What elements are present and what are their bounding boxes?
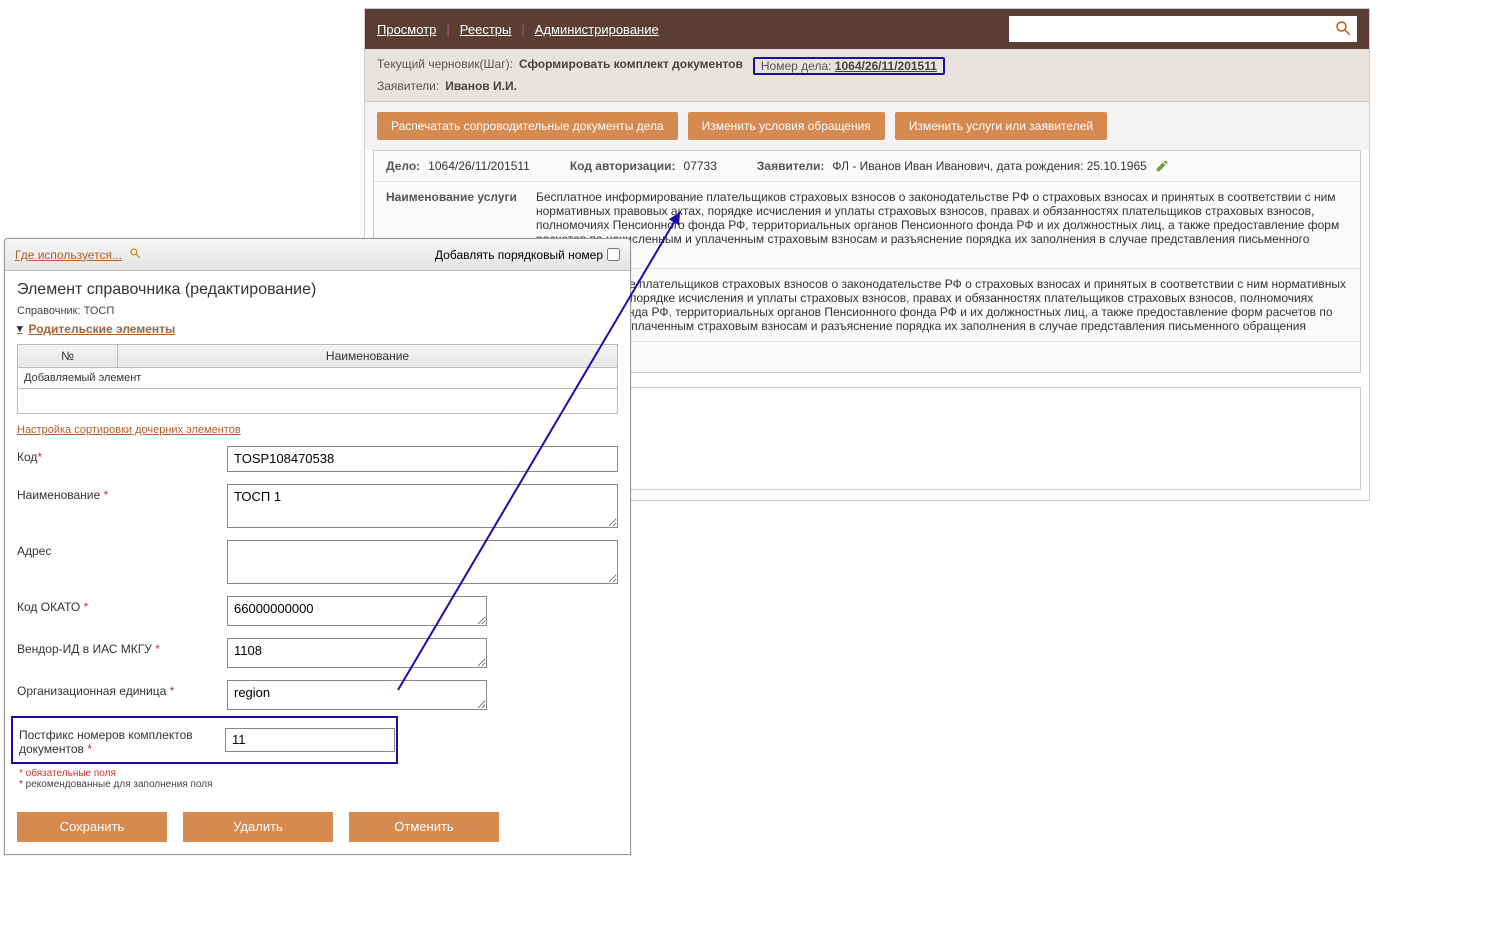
status-bar: Текущий черновик(Шаг): Сформировать комп…: [365, 49, 1369, 102]
main-nav: Просмотр | Реестры | Администрирование: [377, 22, 659, 37]
print-docs-button[interactable]: Распечатать сопроводительные документы д…: [377, 112, 678, 140]
address-input[interactable]: [227, 540, 618, 584]
applicants-info-value: ФЛ - Иванов Иван Иванович, дата рождения…: [832, 159, 1146, 173]
add-seq-checkbox-label[interactable]: Добавлять порядковый номер: [435, 248, 620, 262]
info-summary-row: Дело: 1064/26/11/201511 Код авторизации:…: [374, 151, 1360, 182]
form-grid: Код* Наименование * Адрес Код ОКАТО * Ве…: [17, 446, 618, 710]
auth-code-value: 07733: [684, 159, 717, 173]
dialog-subtitle: Справочник: ТОСП: [17, 305, 618, 317]
draft-label: Текущий черновик(Шаг):: [377, 57, 513, 75]
vendor-input[interactable]: [227, 638, 487, 668]
save-button[interactable]: Сохранить: [17, 812, 167, 842]
draft-value: Сформировать комплект документов: [519, 57, 743, 75]
service-name-value: Бесплатное информирование плательщиков с…: [536, 190, 1348, 260]
nav-separator: |: [446, 22, 449, 37]
vendor-label: Вендор-ИД в ИАС МКГУ *: [17, 638, 217, 656]
where-used-link[interactable]: Где используется...: [15, 248, 122, 262]
auth-code-label: Код авторизации:: [570, 159, 676, 173]
applicants-label: Заявители:: [377, 79, 439, 93]
postfix-input[interactable]: [225, 728, 395, 752]
name-label: Наименование *: [17, 484, 217, 502]
col-no-header[interactable]: №: [18, 344, 118, 367]
search-small-icon[interactable]: [128, 246, 142, 263]
delete-button[interactable]: Удалить: [183, 812, 333, 842]
dialog-title: Элемент справочника (редактирование): [17, 281, 618, 299]
service-goal-value: Информирование плательщиков страховых вз…: [536, 277, 1348, 333]
case-number-value: 1064/26/11/201511: [835, 59, 937, 73]
search-box: [1009, 16, 1357, 42]
address-label: Адрес: [17, 540, 217, 558]
change-conditions-button[interactable]: Изменить условия обращения: [688, 112, 885, 140]
case-value: 1064/26/11/201511: [428, 159, 530, 173]
applicants-info-label: Заявители:: [757, 159, 825, 173]
case-header: Просмотр | Реестры | Администрирование: [365, 9, 1369, 49]
cancel-button[interactable]: Отменить: [349, 812, 499, 842]
name-input[interactable]: [227, 484, 618, 528]
table-row: Добавляемый элемент: [18, 367, 618, 388]
required-hint: * обязательные поля: [17, 768, 618, 779]
directory-editor-dialog: Где используется... Добавлять порядковый…: [4, 238, 631, 855]
org-input[interactable]: [227, 680, 487, 710]
okato-label: Код ОКАТО *: [17, 596, 217, 614]
nav-view[interactable]: Просмотр: [377, 22, 436, 37]
add-seq-checkbox[interactable]: [607, 248, 620, 261]
search-button[interactable]: [1329, 16, 1357, 42]
parent-elements-link[interactable]: ▾ Родительские элементы: [17, 322, 175, 336]
recommended-hint: * рекомендованные для заполнения поля: [17, 779, 618, 790]
dialog-body: Элемент справочника (редактирование) Спр…: [5, 271, 630, 800]
search-icon: [1334, 19, 1352, 40]
chevron-down-icon: ▾: [17, 322, 23, 335]
sort-config-link[interactable]: Настройка сортировки дочерних элементов: [17, 424, 241, 436]
org-label: Организационная единица *: [17, 680, 217, 698]
table-row[interactable]: [18, 388, 618, 413]
postfix-label: Постфикс номеров комплектов документов *: [19, 724, 215, 756]
okato-input[interactable]: [227, 596, 487, 626]
case-number-label: Номер дела:: [761, 59, 832, 73]
added-element-label: Добавляемый элемент: [18, 367, 618, 388]
parent-elements-label: Родительские элементы: [29, 322, 176, 336]
change-services-button[interactable]: Изменить услуги или заявителей: [895, 112, 1107, 140]
elements-table: № Наименование Добавляемый элемент: [17, 344, 618, 414]
dialog-header: Где используется... Добавлять порядковый…: [5, 239, 630, 271]
add-seq-label: Добавлять порядковый номер: [435, 248, 603, 262]
case-label: Дело:: [386, 159, 420, 173]
code-input[interactable]: [227, 446, 618, 472]
new-element-input[interactable]: [24, 393, 611, 409]
dialog-actions: Сохранить Удалить Отменить: [5, 800, 630, 854]
nav-separator: |: [521, 22, 524, 37]
nav-admin[interactable]: Администрирование: [535, 22, 659, 37]
nav-registries[interactable]: Реестры: [460, 22, 512, 37]
postfix-highlight: Постфикс номеров комплектов документов *: [11, 716, 398, 764]
code-label: Код*: [17, 446, 217, 464]
action-bar: Распечатать сопроводительные документы д…: [365, 102, 1369, 150]
edit-icon[interactable]: [1155, 159, 1169, 173]
applicants-value: Иванов И.И.: [445, 79, 517, 93]
search-input[interactable]: [1009, 16, 1329, 42]
col-name-header[interactable]: Наименование: [118, 344, 618, 367]
case-number-highlight: Номер дела: 1064/26/11/201511: [753, 57, 945, 75]
